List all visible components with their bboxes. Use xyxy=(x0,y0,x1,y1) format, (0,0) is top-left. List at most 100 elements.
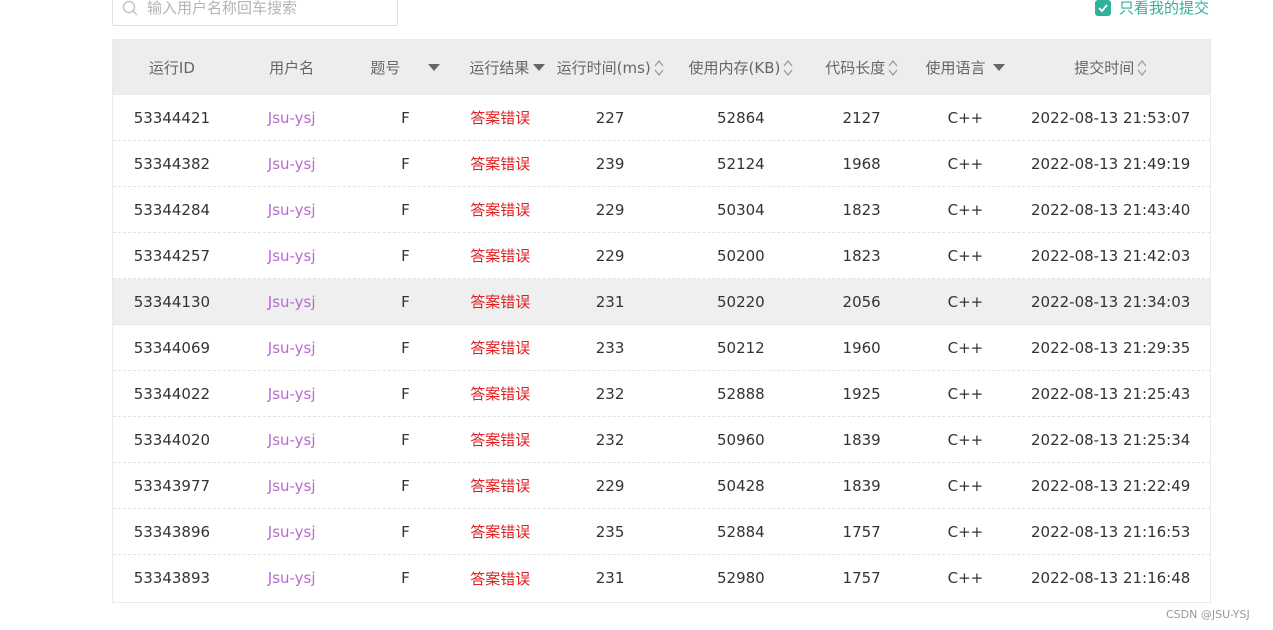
username-link[interactable]: Jsu-ysj xyxy=(231,141,353,186)
cell-submit-time: 2022-08-13 21:43:40 xyxy=(1031,200,1191,219)
header-result[interactable]: 运行结果 xyxy=(458,40,546,95)
cell-code-length: 1839 xyxy=(842,430,881,449)
cell-language: C++ xyxy=(947,200,984,219)
result-link[interactable]: 答案错误 xyxy=(458,233,542,278)
cell-problem: F xyxy=(401,476,410,495)
cell-run-id: 53343893 xyxy=(133,569,211,587)
cell-memory: 50304 xyxy=(716,200,765,219)
submissions-table: 运行ID 用户名 题号 运行结果 运行时间(ms) 使用内存(KB) 代码长度 xyxy=(112,39,1211,603)
table-row: 53344130 Jsu-ysj F 答案错误 231 50220 2056 C… xyxy=(113,279,1210,325)
filter-dropdown-icon[interactable] xyxy=(993,64,1006,71)
table-body: 53344421 Jsu-ysj F 答案错误 227 52864 2127 C… xyxy=(113,95,1210,601)
filter-dropdown-icon[interactable] xyxy=(428,64,441,71)
username-link[interactable]: Jsu-ysj xyxy=(231,417,353,462)
result-link[interactable]: 答案错误 xyxy=(458,417,542,462)
cell-code-length: 1960 xyxy=(842,338,881,357)
username-link[interactable]: Jsu-ysj xyxy=(231,509,353,554)
cell-memory: 50200 xyxy=(716,246,765,265)
cell-submit-time: 2022-08-13 21:29:35 xyxy=(1031,338,1191,357)
cell-submit-time: 2022-08-13 21:42:03 xyxy=(1031,246,1191,265)
header-username: 用户名 xyxy=(269,59,315,77)
username-link[interactable]: Jsu-ysj xyxy=(231,233,353,278)
cell-run-id: 53343977 xyxy=(133,476,211,495)
header-submit-time[interactable]: 提交时间 xyxy=(1011,40,1210,95)
cell-memory: 52980 xyxy=(716,569,765,587)
username-link[interactable]: Jsu-ysj xyxy=(231,325,353,370)
cell-code-length: 1823 xyxy=(842,200,881,219)
cell-problem: F xyxy=(401,522,410,541)
search-input[interactable] xyxy=(147,0,377,17)
cell-submit-time: 2022-08-13 21:22:49 xyxy=(1031,476,1191,495)
username-link[interactable]: Jsu-ysj xyxy=(231,555,353,601)
cell-run-id: 53344284 xyxy=(133,200,211,219)
result-link[interactable]: 答案错误 xyxy=(458,279,542,324)
cell-submit-time: 2022-08-13 21:53:07 xyxy=(1031,108,1191,127)
cell-memory: 52864 xyxy=(716,108,765,127)
cell-language: C++ xyxy=(947,384,984,403)
cell-run-time: 232 xyxy=(595,384,625,403)
cell-run-id: 53344382 xyxy=(133,154,211,173)
username-link[interactable]: Jsu-ysj xyxy=(231,95,353,140)
cell-run-time: 229 xyxy=(595,476,625,495)
header-run-id: 运行ID xyxy=(148,59,195,77)
cell-run-time: 229 xyxy=(595,200,625,219)
cell-code-length: 1757 xyxy=(842,569,881,587)
cell-language: C++ xyxy=(947,338,984,357)
cell-run-time: 231 xyxy=(595,292,625,311)
header-problem[interactable]: 题号 xyxy=(353,40,459,95)
sort-icon[interactable] xyxy=(654,59,664,77)
table-header: 运行ID 用户名 题号 运行结果 运行时间(ms) 使用内存(KB) 代码长度 xyxy=(113,40,1210,95)
username-link[interactable]: Jsu-ysj xyxy=(231,371,353,416)
table-row: 53343977 Jsu-ysj F 答案错误 229 50428 1839 C… xyxy=(113,463,1210,509)
cell-problem: F xyxy=(401,430,410,449)
result-link[interactable]: 答案错误 xyxy=(458,141,542,186)
result-link[interactable]: 答案错误 xyxy=(458,187,542,232)
username-link[interactable]: Jsu-ysj xyxy=(231,187,353,232)
result-link[interactable]: 答案错误 xyxy=(458,463,542,508)
result-link[interactable]: 答案错误 xyxy=(458,371,542,416)
search-icon xyxy=(113,0,147,16)
search-box[interactable] xyxy=(112,0,398,26)
cell-run-id: 53344257 xyxy=(133,246,211,265)
header-language[interactable]: 使用语言 xyxy=(920,40,1012,95)
header-memory[interactable]: 使用内存(KB) xyxy=(678,40,804,95)
cell-code-length: 2127 xyxy=(842,108,881,127)
checkbox-checked-icon[interactable] xyxy=(1095,0,1111,16)
only-mine-filter[interactable]: 只看我的提交 xyxy=(1095,0,1209,18)
cell-run-time: 227 xyxy=(595,108,625,127)
only-mine-label: 只看我的提交 xyxy=(1119,0,1210,17)
cell-language: C++ xyxy=(947,292,984,311)
result-link[interactable]: 答案错误 xyxy=(458,509,542,554)
sort-icon[interactable] xyxy=(1137,59,1147,77)
cell-language: C++ xyxy=(947,246,984,265)
cell-language: C++ xyxy=(947,154,984,173)
header-code-length[interactable]: 代码长度 xyxy=(804,40,920,95)
cell-language: C++ xyxy=(947,430,984,449)
username-link[interactable]: Jsu-ysj xyxy=(231,279,353,324)
table-row: 53343896 Jsu-ysj F 答案错误 235 52884 1757 C… xyxy=(113,509,1210,555)
sort-icon[interactable] xyxy=(888,59,898,77)
result-link[interactable]: 答案错误 xyxy=(458,555,542,601)
username-link[interactable]: Jsu-ysj xyxy=(231,463,353,508)
table-row: 53344421 Jsu-ysj F 答案错误 227 52864 2127 C… xyxy=(113,95,1210,141)
cell-code-length: 1823 xyxy=(842,246,881,265)
cell-run-time: 231 xyxy=(595,569,625,587)
cell-memory: 52124 xyxy=(716,154,765,173)
cell-run-time: 229 xyxy=(595,246,625,265)
cell-language: C++ xyxy=(947,522,984,541)
cell-memory: 50220 xyxy=(716,292,765,311)
table-row: 53343893 Jsu-ysj F 答案错误 231 52980 1757 C… xyxy=(113,555,1210,601)
result-link[interactable]: 答案错误 xyxy=(458,95,542,140)
cell-run-id: 53344020 xyxy=(133,430,211,449)
cell-run-time: 235 xyxy=(595,522,625,541)
cell-submit-time: 2022-08-13 21:49:19 xyxy=(1031,154,1191,173)
table-row: 53344382 Jsu-ysj F 答案错误 239 52124 1968 C… xyxy=(113,141,1210,187)
table-row: 53344284 Jsu-ysj F 答案错误 229 50304 1823 C… xyxy=(113,187,1210,233)
cell-problem: F xyxy=(401,108,410,127)
cell-problem: F xyxy=(401,200,410,219)
sort-icon[interactable] xyxy=(783,59,793,77)
result-link[interactable]: 答案错误 xyxy=(458,325,542,370)
watermark: CSDN @JSU-YSJ xyxy=(1166,608,1250,621)
header-run-time[interactable]: 运行时间(ms) xyxy=(542,40,678,95)
cell-run-id: 53344022 xyxy=(133,384,211,403)
